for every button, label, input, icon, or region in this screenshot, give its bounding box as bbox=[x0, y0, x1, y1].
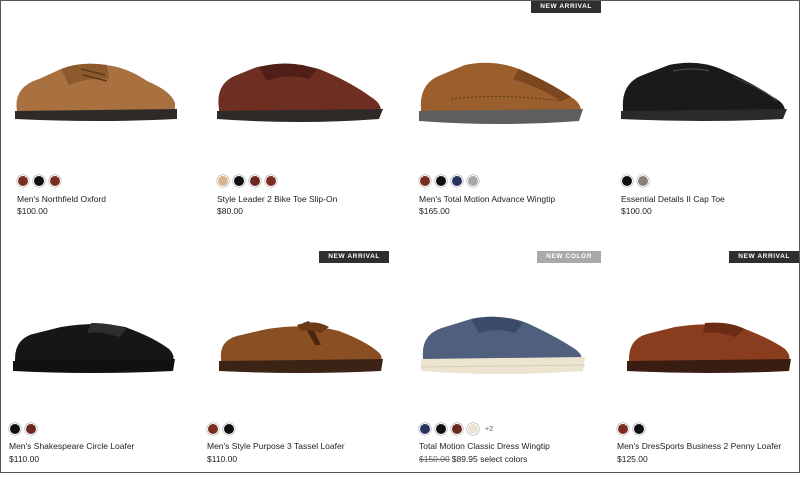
product-grid: Men's Northfield Oxford $100.00 Style Le… bbox=[0, 0, 800, 473]
original-price: $150.00 bbox=[419, 454, 450, 464]
product-price: $110.00 bbox=[207, 454, 238, 464]
color-swatch[interactable] bbox=[233, 175, 245, 187]
product-card[interactable]: Style Leader 2 Bike Toe Slip-On $80.00 bbox=[209, 1, 399, 231]
color-swatch[interactable] bbox=[223, 423, 235, 435]
color-swatch[interactable] bbox=[621, 175, 633, 187]
product-name[interactable]: Men's Northfield Oxford bbox=[17, 194, 106, 204]
product-name[interactable]: Essential Details II Cap Toe bbox=[621, 194, 725, 204]
color-swatches bbox=[617, 423, 645, 435]
product-name[interactable]: Style Leader 2 Bike Toe Slip-On bbox=[217, 194, 337, 204]
wingtip-shoe-illustration bbox=[419, 62, 583, 124]
color-swatch[interactable] bbox=[419, 175, 431, 187]
color-swatches bbox=[217, 175, 277, 187]
color-swatches bbox=[621, 175, 649, 187]
shoe-image[interactable] bbox=[619, 293, 799, 383]
shoe-image[interactable] bbox=[9, 39, 189, 129]
color-swatch[interactable] bbox=[9, 423, 21, 435]
color-swatch[interactable] bbox=[637, 175, 649, 187]
color-swatch[interactable] bbox=[33, 175, 45, 187]
suede-wingtip-shoe-illustration bbox=[420, 316, 586, 374]
color-swatch[interactable] bbox=[25, 423, 37, 435]
shoe-image[interactable] bbox=[411, 293, 591, 383]
color-swatch[interactable] bbox=[435, 423, 447, 435]
color-swatches bbox=[17, 175, 61, 187]
sale-price: $89.95 select colors bbox=[451, 454, 528, 464]
color-swatch[interactable] bbox=[451, 423, 463, 435]
color-swatch[interactable] bbox=[617, 423, 629, 435]
product-card[interactable]: Men's Shakespeare Circle Loafer $110.00 bbox=[1, 251, 191, 481]
product-price: $150.00 $89.95 select colors bbox=[419, 454, 527, 464]
color-swatch[interactable] bbox=[249, 175, 261, 187]
product-price: $100.00 bbox=[621, 206, 652, 216]
product-price: $100.00 bbox=[17, 206, 48, 216]
color-swatch[interactable] bbox=[633, 423, 645, 435]
product-name[interactable]: Total Motion Classic Dress Wingtip bbox=[419, 441, 550, 451]
product-card[interactable]: Essential Details II Cap Toe $100.00 bbox=[613, 1, 800, 231]
oxford-shoe-illustration bbox=[15, 63, 177, 121]
color-swatches bbox=[9, 423, 37, 435]
cap-toe-shoe-illustration bbox=[621, 62, 787, 121]
color-swatch[interactable] bbox=[49, 175, 61, 187]
more-colors-count[interactable]: +2 bbox=[485, 426, 493, 433]
product-price: $80.00 bbox=[217, 206, 243, 216]
product-name[interactable]: Men's Shakespeare Circle Loafer bbox=[9, 441, 134, 451]
color-swatch[interactable] bbox=[435, 175, 447, 187]
product-price: $165.00 bbox=[419, 206, 450, 216]
new-arrival-badge: NEW ARRIVAL bbox=[531, 1, 601, 13]
shoe-image[interactable] bbox=[1, 293, 181, 383]
color-swatch[interactable] bbox=[207, 423, 219, 435]
slip-on-shoe-illustration bbox=[217, 63, 383, 122]
color-swatch[interactable] bbox=[419, 423, 431, 435]
color-swatch[interactable] bbox=[467, 175, 479, 187]
product-name[interactable]: Men's Total Motion Advance Wingtip bbox=[419, 194, 555, 204]
shoe-image[interactable] bbox=[211, 293, 391, 383]
product-name[interactable]: Men's DresSports Business 2 Penny Loafer bbox=[617, 441, 781, 451]
shoe-image[interactable] bbox=[613, 39, 793, 129]
color-swatches bbox=[207, 423, 235, 435]
color-swatch[interactable] bbox=[17, 175, 29, 187]
product-card[interactable]: NEW ARRIVAL Men's DresSports Business 2 … bbox=[609, 251, 799, 481]
color-swatches bbox=[419, 175, 479, 187]
color-swatch[interactable] bbox=[265, 175, 277, 187]
product-price: $110.00 bbox=[9, 454, 40, 464]
product-card[interactable]: NEW COLOR +2 Total Motion Classic Dress … bbox=[411, 251, 601, 481]
color-swatch[interactable] bbox=[451, 175, 463, 187]
new-arrival-badge: NEW ARRIVAL bbox=[319, 251, 389, 263]
new-arrival-badge: NEW ARRIVAL bbox=[729, 251, 799, 263]
color-swatch[interactable] bbox=[467, 423, 479, 435]
product-card[interactable]: NEW ARRIVAL Men's Style Purpose 3 Tassel… bbox=[199, 251, 389, 481]
new-color-badge: NEW COLOR bbox=[537, 251, 601, 263]
color-swatch[interactable] bbox=[217, 175, 229, 187]
product-name[interactable]: Men's Style Purpose 3 Tassel Loafer bbox=[207, 441, 345, 451]
product-card[interactable]: NEW ARRIVAL Men's Total Motion Advance W… bbox=[411, 1, 601, 231]
product-card[interactable]: Men's Northfield Oxford $100.00 bbox=[9, 1, 199, 231]
tassel-loafer-shoe-illustration bbox=[219, 321, 383, 373]
color-swatches: +2 bbox=[419, 423, 493, 435]
shoe-image[interactable] bbox=[209, 39, 389, 129]
penny-loafer-shoe-illustration bbox=[627, 322, 791, 373]
product-price: $125.00 bbox=[617, 454, 648, 464]
penny-loafer-shoe-illustration bbox=[13, 323, 175, 373]
shoe-image[interactable] bbox=[411, 39, 591, 129]
